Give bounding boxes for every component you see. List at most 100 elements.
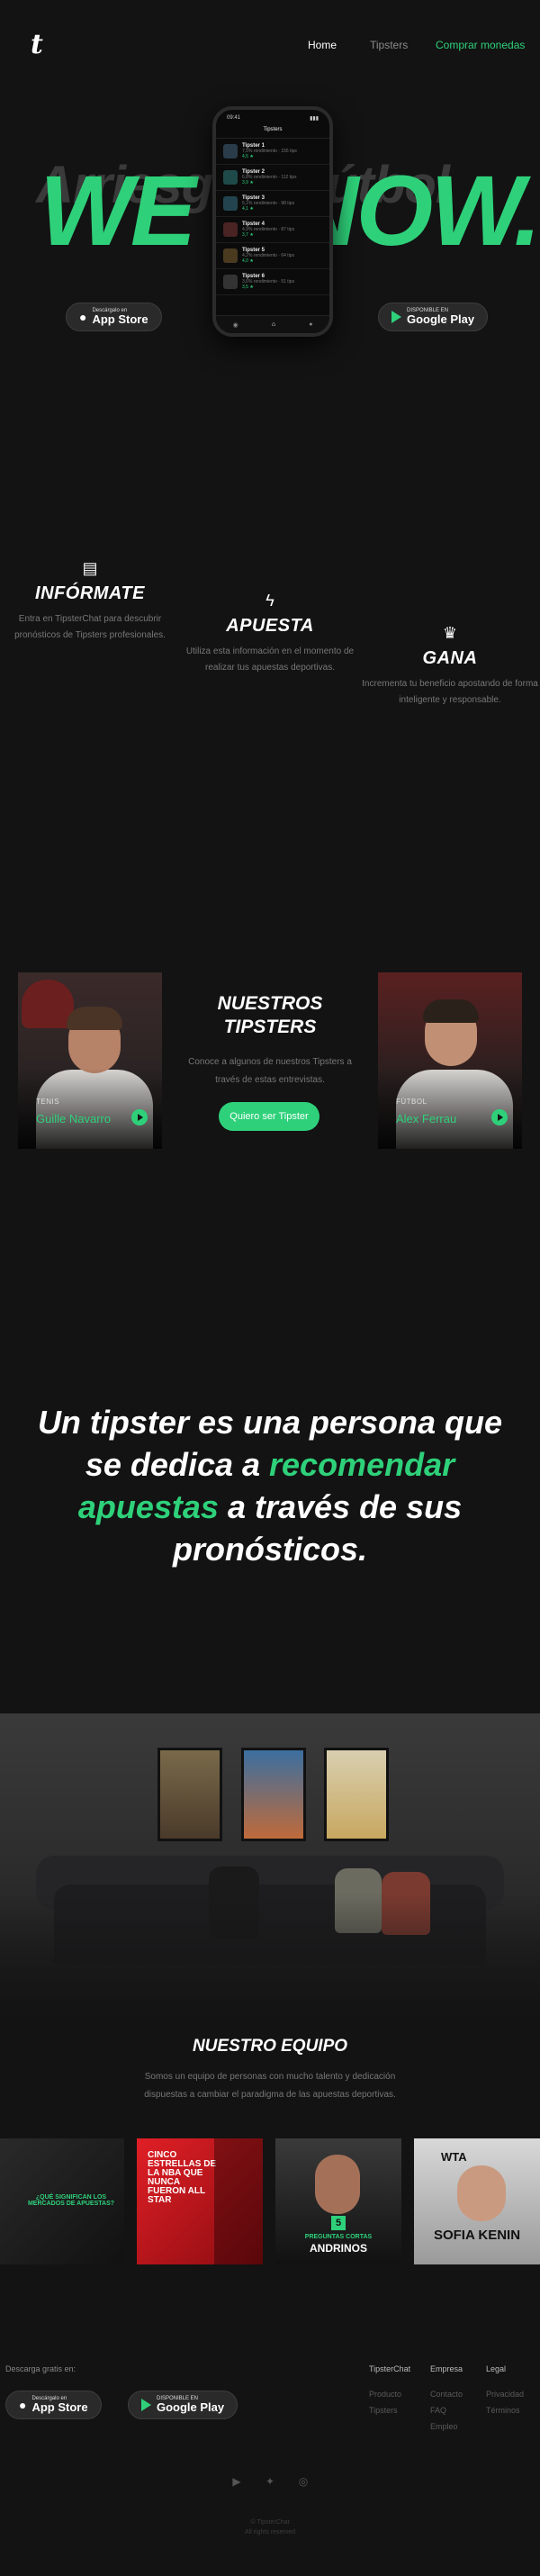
slide-title: SOFIA KENIN [433, 2228, 521, 2243]
phone-list-item: Tipster 2 6,8% rendimiento · 112 tips 3,… [216, 165, 329, 191]
play-icon[interactable] [491, 1109, 508, 1125]
feature-title: INFÓRMATE [35, 583, 145, 603]
feature-apuesta: ϟ APUESTA Utiliza esta información en el… [180, 591, 360, 676]
bolt-icon: ϟ [266, 592, 274, 610]
footer-link[interactable]: Contacto [430, 2386, 463, 2402]
slide-label: WTA [441, 2150, 467, 2164]
footer-copyright: © TipsterChat All rights reserved [225, 2517, 315, 2537]
tipsters-description: Conoce a algunos de nuestros Tipsters a … [188, 1057, 352, 1085]
slide-image [457, 2165, 506, 2221]
slide-image [315, 2155, 360, 2214]
slide-badge: 5 [331, 2216, 346, 2230]
phone-status-bar: 09:41 ▮▮▮ [216, 110, 329, 123]
card-overlay [378, 1068, 522, 1149]
tipster-card[interactable]: FÚTBOL Alex Ferrau [378, 972, 522, 1149]
nav-buy-coins[interactable]: Comprar monedas [436, 39, 525, 51]
phone-list-item: Tipster 3 5,1% rendimiento · 98 tips 4,1… [216, 191, 329, 217]
footer-appstore-button[interactable]: ● Descárgalo en App Store [5, 2391, 102, 2419]
phone-list-item: Tipster 1 7,5% rendimiento · 155 tips 4,… [216, 139, 329, 165]
appstore-label: App Store [92, 312, 148, 326]
tipster-category: FÚTBOL [396, 1098, 428, 1106]
phone-item-rating: 4,0 ★ [242, 258, 254, 264]
carousel-slide[interactable]: WTA SOFIA KENIN [414, 2138, 540, 2264]
appstore-label: App Store [32, 2400, 88, 2414]
feature-title: GANA [422, 648, 478, 668]
logo[interactable]: t [31, 29, 43, 60]
battery-icon: ▮▮▮ [310, 116, 319, 122]
youtube-icon[interactable]: ▶ [230, 2475, 244, 2490]
appstore-button[interactable]: ● Descárgalo en App Store [66, 303, 162, 331]
twitter-icon[interactable]: ✦ [263, 2475, 277, 2490]
tipster-name: Guille Navarro [36, 1112, 112, 1125]
footer-column-empresa: Empresa Contacto FAQ Empleo [430, 2364, 463, 2435]
rights-text: All rights reserved [244, 2529, 296, 2535]
tipster-hair [423, 999, 479, 1023]
feature-gana: ♛ GANA Incrementa tu beneficio apostando… [360, 623, 540, 709]
document-icon: ▤ [82, 559, 98, 577]
google-play-icon [392, 311, 401, 323]
googleplay-label: Google Play [407, 312, 475, 326]
instagram-icon[interactable]: ◎ [296, 2475, 310, 2490]
carousel-slide[interactable]: 5 PREGUNTAS CORTAS ANDRINOS [275, 2138, 401, 2264]
avatar [223, 249, 238, 263]
slide-title: CINCO ESTRELLAS DE LA NBA QUE NUNCA FUER… [148, 2150, 217, 2205]
carousel-slide[interactable]: ¿QUÉ SIGNIFICAN LOS MERCADOS DE APUESTAS… [0, 2138, 124, 2264]
chat-icon: ◉ [232, 321, 238, 329]
footer-link[interactable]: FAQ [430, 2402, 463, 2418]
carousel-slide[interactable]: CINCO ESTRELLAS DE LA NBA QUE NUNCA FUER… [137, 2138, 263, 2264]
home-icon: ⌂ [271, 321, 276, 328]
tipster-hair [67, 1007, 122, 1030]
tipster-card[interactable]: TENIS Guille Navarro [18, 972, 162, 1149]
nav-tipsters[interactable]: Tipsters [370, 39, 408, 51]
phone-list-item: Tipster 6 3,6% rendimiento · 51 tips 3,5… [216, 269, 329, 295]
team-title: NUESTRO EQUIPO [192, 2037, 348, 2056]
slide-name: ANDRINOS [309, 2242, 367, 2255]
avatar [223, 196, 238, 211]
phone-time: 09:41 [227, 115, 241, 121]
footer-link[interactable]: Tipsters [369, 2402, 410, 2418]
footer-link[interactable]: Producto [369, 2386, 410, 2402]
footer-column-legal: Legal Privacidad Términos [486, 2364, 524, 2418]
slide-image [214, 2138, 263, 2264]
feature-title: APUESTA [226, 616, 314, 636]
feature-text: Incrementa tu beneficio apostando de for… [362, 679, 538, 705]
nav-home[interactable]: Home [308, 39, 337, 51]
play-icon[interactable] [131, 1109, 148, 1125]
phone-item-rating: 3,7 ★ [242, 232, 254, 238]
footer-link[interactable]: Términos [486, 2402, 524, 2418]
feature-informate: ▤ INFÓRMATE Entra en TipsterChat para de… [0, 558, 180, 644]
phone-item-rating: 4,1 ★ [242, 206, 254, 212]
become-tipster-button[interactable]: Quiero ser Tipster [219, 1102, 320, 1131]
team-description: Somos un equipo de personas con mucho ta… [144, 2072, 396, 2100]
card-overlay [18, 1068, 162, 1149]
feature-text: Utiliza esta información en el momento d… [185, 646, 355, 673]
phone-mockup: 09:41 ▮▮▮ Tipsters Tipster 1 7,5% rendim… [212, 106, 333, 337]
footer-link[interactable]: Privacidad [486, 2386, 524, 2402]
avatar [223, 222, 238, 237]
tipster-quote: Un tipster es una persona que se dedica … [18, 1401, 522, 1570]
googleplay-button[interactable]: DISPONIBLE EN Google Play [378, 303, 489, 331]
helmet-image [22, 980, 74, 1028]
phone-list-item: Tipster 5 4,2% rendimiento · 64 tips 4,0… [216, 243, 329, 269]
googleplay-label: Google Play [157, 2400, 225, 2414]
crown-icon: ♛ [442, 624, 458, 642]
footer-column-title: TipsterChat [369, 2364, 411, 2373]
phone-list-item: Tipster 4 4,9% rendimiento · 87 tips 3,7… [216, 217, 329, 243]
copyright-text: © TipsterChat [250, 2519, 290, 2526]
footer-column-title: Empresa [430, 2364, 464, 2373]
photo-fade [0, 1894, 540, 2020]
footer-link[interactable]: Empleo [430, 2418, 463, 2435]
avatar [223, 275, 238, 289]
avatar [223, 170, 238, 185]
phone-item-rating: 3,9 ★ [242, 180, 254, 185]
avatar [223, 144, 238, 158]
footer-googleplay-button[interactable]: DISPONIBLE EN Google Play [128, 2391, 238, 2419]
profile-icon: ● [309, 321, 313, 328]
content-carousel[interactable]: ¿QUÉ SIGNIFICAN LOS MERCADOS DE APUESTAS… [0, 2138, 540, 2266]
footer-download-label: Descarga gratis en: [5, 2364, 76, 2373]
poster [158, 1748, 222, 1841]
feature-text: Entra en TipsterChat para descubrir pron… [14, 614, 166, 640]
phone-item-rating: 4,5 ★ [242, 154, 254, 159]
tipster-category: TENIS [36, 1098, 60, 1106]
slide-title: PREGUNTAS CORTAS [304, 2234, 373, 2240]
